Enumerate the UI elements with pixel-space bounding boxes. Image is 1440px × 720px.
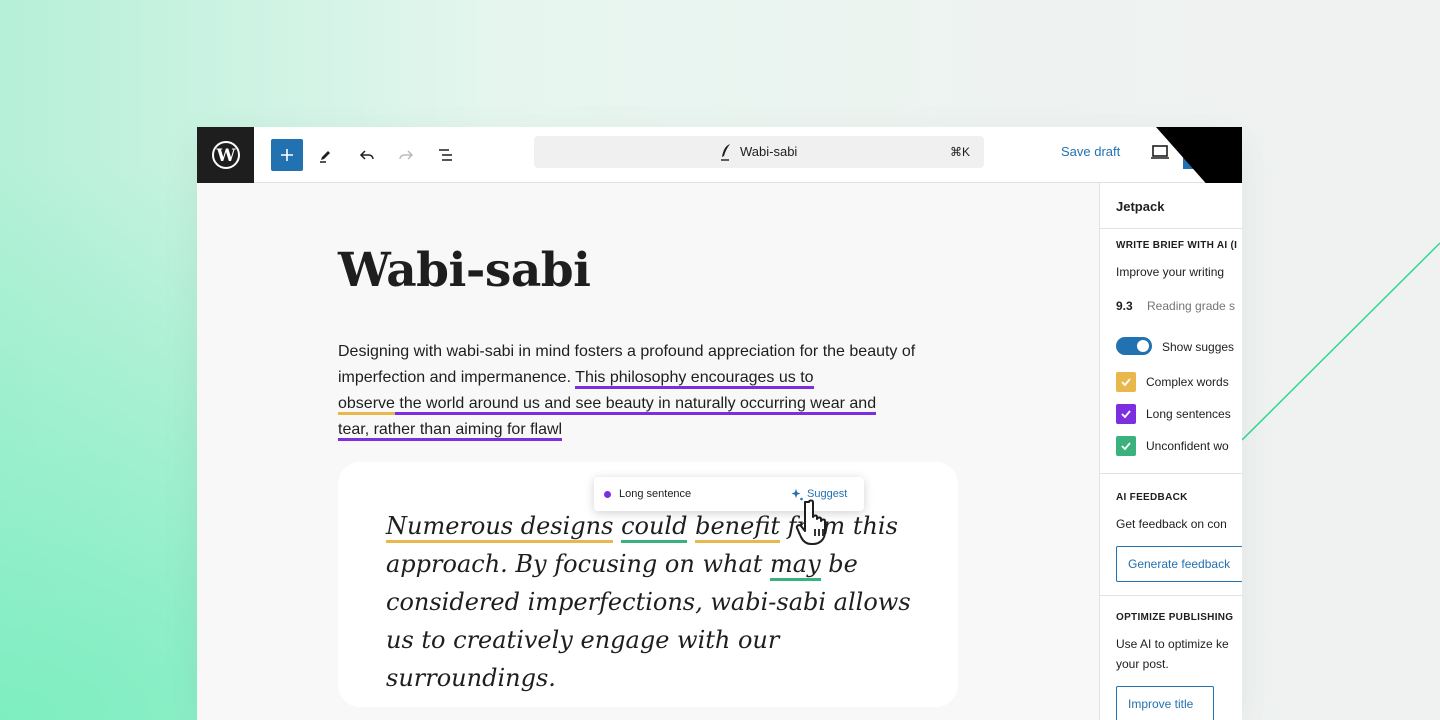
editor-canvas[interactable]: Wabi-sabi Designing with wabi-sabi in mi… — [197, 183, 1099, 720]
list-view-icon — [439, 149, 452, 161]
quote-text-part — [613, 512, 621, 540]
unconfident-words-checkbox[interactable] — [1116, 436, 1136, 456]
quote-text: Numerous designs could benefit from this… — [386, 507, 926, 697]
paragraph-block[interactable]: Designing with wabi-sabi in mind fosters… — [338, 339, 958, 443]
unconfident-word-highlight[interactable]: could — [621, 512, 688, 543]
long-sentence-highlight[interactable]: the world around us and see beauty in na… — [394, 395, 877, 415]
long-sentences-checkbox[interactable] — [1116, 404, 1136, 424]
document-title: Wabi-sabi — [740, 144, 798, 159]
add-block-button[interactable] — [271, 139, 303, 171]
long-sentences-label: Long sentences — [1146, 407, 1231, 421]
suggestion-type-label: Long sentence — [619, 488, 692, 500]
wordpress-icon[interactable]: W — [197, 127, 254, 183]
redo-button[interactable] — [390, 139, 422, 171]
long-sentence-highlight[interactable]: tear, rather than aiming for flawl — [338, 421, 563, 441]
tools-button[interactable] — [310, 139, 342, 171]
shortcut-hint: ⌘K — [949, 145, 970, 159]
save-draft-button[interactable]: Save draft — [1061, 144, 1120, 159]
toggle-knob — [1137, 340, 1149, 352]
sidebar-header: Jetpack — [1100, 183, 1242, 229]
generate-feedback-button[interactable]: Generate feedback — [1116, 546, 1242, 582]
complex-word-highlight[interactable]: observe — [338, 395, 395, 415]
pencil-icon — [320, 151, 330, 163]
complex-words-checkbox[interactable] — [1116, 372, 1136, 392]
reading-grade-label: Reading grade s — [1147, 299, 1236, 313]
long-sentence-dot-icon — [604, 491, 611, 498]
complex-words-label: Complex words — [1146, 375, 1229, 389]
optimize-publishing-section-title[interactable]: OPTIMIZE PUBLISHING — [1116, 612, 1233, 623]
show-suggestions-toggle[interactable] — [1116, 337, 1152, 355]
write-brief-description: Improve your writing — [1116, 265, 1225, 279]
unconfident-words-label: Unconfident wo — [1146, 439, 1229, 453]
undo-button[interactable] — [351, 139, 383, 171]
complex-word-highlight[interactable]: Numerous designs — [386, 512, 614, 543]
ai-feedback-section-title[interactable]: AI FEEDBACK — [1116, 492, 1188, 503]
optimize-publishing-description-2: your post. — [1116, 657, 1169, 671]
long-sentence-highlight[interactable]: This philosophy encourages us to — [575, 369, 814, 389]
reading-grade-value: 9.3 — [1116, 299, 1133, 313]
sidebar-divider — [1100, 473, 1242, 474]
quote-text-part — [687, 512, 695, 540]
check-icon — [1121, 378, 1131, 387]
sidebar-title[interactable]: Jetpack — [1116, 199, 1164, 214]
check-icon — [1121, 442, 1131, 451]
svg-text:W: W — [215, 146, 236, 166]
unconfident-word-highlight[interactable]: may — [770, 550, 821, 581]
plus-icon — [281, 149, 293, 161]
redo-icon — [399, 150, 414, 160]
show-suggestions-label: Show sugges — [1162, 340, 1235, 354]
check-icon — [1121, 410, 1131, 419]
quill-icon — [721, 144, 730, 161]
editor-window: W Wabi-sabi ⌘K Save draft Wabi-sabi Desi… — [197, 127, 1242, 720]
sidebar-divider — [1100, 595, 1242, 596]
post-title[interactable]: Wabi-sabi — [338, 243, 591, 298]
hand-cursor-icon — [795, 499, 826, 545]
command-bar[interactable]: Wabi-sabi ⌘K — [534, 136, 984, 168]
undo-icon — [359, 150, 374, 160]
optimize-publishing-description: Use AI to optimize ke — [1116, 637, 1229, 651]
complex-word-highlight[interactable]: benefit — [695, 512, 780, 543]
top-toolbar: W Wabi-sabi ⌘K Save draft — [197, 127, 1242, 224]
list-view-button[interactable] — [430, 139, 462, 171]
ai-feedback-description: Get feedback on con — [1116, 517, 1227, 531]
improve-title-button[interactable]: Improve title — [1116, 686, 1214, 720]
write-brief-section-title[interactable]: WRITE BRIEF WITH AI (I — [1116, 240, 1237, 251]
settings-sidebar: Jetpack WRITE BRIEF WITH AI (I Improve y… — [1099, 183, 1242, 720]
